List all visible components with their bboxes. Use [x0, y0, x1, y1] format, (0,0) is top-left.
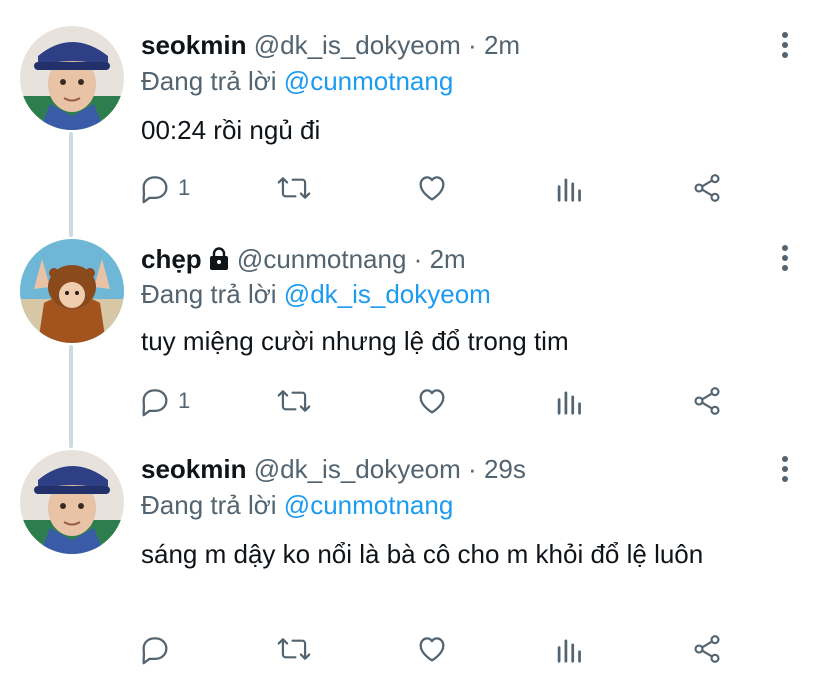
share-icon	[691, 385, 723, 417]
mention-link[interactable]: @dk_is_dokyeom	[284, 279, 491, 309]
tweet-text: sáng m dậy ko nổi là bà cô cho m khỏi đổ…	[141, 539, 704, 569]
replying-to-label: Đang trả lời	[141, 66, 277, 96]
replying-to-label: Đang trả lời	[141, 490, 277, 520]
retweet-icon	[276, 384, 312, 418]
retweet-icon	[276, 171, 312, 205]
action-bar: 1	[138, 168, 738, 208]
action-bar: 1	[138, 381, 738, 421]
reply-button[interactable]: 1	[138, 381, 190, 421]
mention-link[interactable]: @cunmotnang	[284, 66, 454, 96]
timestamp[interactable]: 2m	[430, 244, 466, 274]
like-button[interactable]	[415, 629, 449, 669]
mention-link[interactable]: @cunmotnang	[284, 490, 454, 520]
tweet[interactable]: seokmin @dk_is_dokyeom · 2m Đang trả lời…	[0, 0, 828, 225]
reply-icon	[138, 171, 172, 205]
timestamp[interactable]: 29s	[484, 454, 526, 484]
action-bar	[138, 629, 738, 669]
like-icon	[415, 384, 449, 418]
replying-to-label: Đang trả lời	[141, 279, 277, 309]
username[interactable]: @dk_is_dokyeom	[254, 454, 461, 484]
replying-to: Đang trả lời @cunmotnang	[141, 65, 453, 97]
separator: ·	[468, 30, 477, 60]
lock-icon	[208, 246, 230, 278]
tweet[interactable]: seokmin @dk_is_dokyeom · 29s Đang trả lờ…	[0, 440, 828, 679]
share-button[interactable]	[691, 629, 723, 669]
retweet-button[interactable]	[276, 629, 312, 669]
replying-to: Đang trả lời @dk_is_dokyeom	[141, 278, 491, 310]
like-icon	[415, 171, 449, 205]
tweet-text: 00:24 rồi ngủ đi	[141, 115, 321, 145]
tweet-text: tuy miệng cười nhưng lệ đổ trong tim	[141, 326, 569, 356]
reply-count: 1	[178, 388, 191, 413]
timestamp[interactable]: 2m	[484, 30, 520, 60]
analytics-button[interactable]	[555, 629, 585, 669]
more-icon[interactable]	[770, 454, 800, 484]
display-name[interactable]: seokmin	[141, 454, 247, 484]
analytics-button[interactable]	[555, 381, 585, 421]
share-button[interactable]	[691, 381, 723, 421]
retweet-button[interactable]	[276, 381, 312, 421]
like-icon	[415, 632, 449, 666]
username[interactable]: @dk_is_dokyeom	[254, 30, 461, 60]
reply-button[interactable]	[138, 629, 178, 669]
analytics-icon	[555, 171, 585, 205]
analytics-button[interactable]	[555, 168, 585, 208]
more-icon[interactable]	[770, 243, 800, 273]
reply-button[interactable]: 1	[138, 168, 190, 208]
more-icon[interactable]	[770, 30, 800, 60]
tweet[interactable]: chẹp @cunmotnang · 2m Đang trả lời @dk_i…	[0, 225, 828, 440]
avatar[interactable]	[20, 26, 124, 130]
reply-icon	[138, 632, 172, 666]
reply-icon	[138, 384, 172, 418]
analytics-icon	[555, 384, 585, 418]
separator: ·	[413, 244, 423, 274]
display-name[interactable]: chẹp	[141, 244, 202, 274]
replying-to: Đang trả lời @cunmotnang	[141, 489, 453, 521]
share-icon	[691, 172, 723, 204]
analytics-icon	[555, 632, 585, 666]
avatar[interactable]	[20, 450, 124, 554]
display-name[interactable]: seokmin	[141, 30, 247, 60]
like-button[interactable]	[415, 381, 449, 421]
like-button[interactable]	[415, 168, 449, 208]
share-icon	[691, 633, 723, 665]
retweet-button[interactable]	[276, 168, 312, 208]
share-button[interactable]	[691, 168, 723, 208]
retweet-icon	[276, 632, 312, 666]
separator: ·	[468, 454, 477, 484]
avatar[interactable]	[20, 239, 124, 343]
username[interactable]: @cunmotnang	[237, 244, 407, 274]
reply-count: 1	[178, 175, 191, 200]
